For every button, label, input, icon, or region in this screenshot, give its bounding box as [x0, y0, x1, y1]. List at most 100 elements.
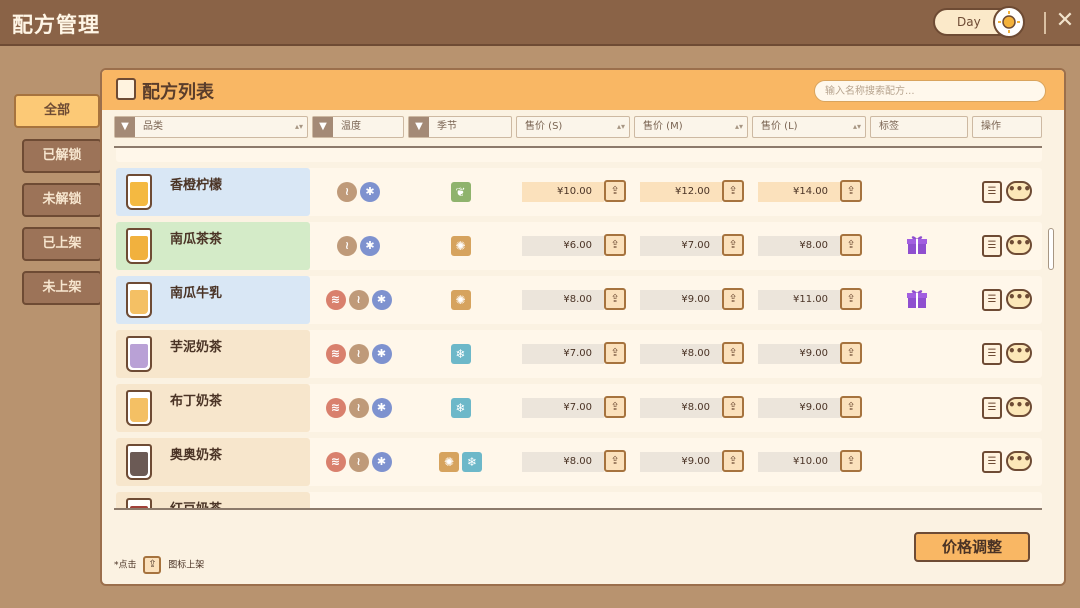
upload-icon[interactable]: ⇪: [840, 450, 862, 472]
table-row[interactable]: 芋泥奶茶 ≋ ≀ ✱ ❄ ¥7.00 ⇪ ¥8.00 ⇪ ¥9.00 ⇪ ☰ •••: [116, 330, 1042, 378]
upload-icon[interactable]: ⇪: [604, 396, 626, 418]
upload-icon[interactable]: ⇪: [722, 234, 744, 256]
more-icon[interactable]: •••: [1006, 289, 1032, 309]
upload-icon[interactable]: ⇪: [840, 342, 862, 364]
price-m-value: ¥8.00: [640, 398, 722, 418]
product-name: 布丁奶茶: [170, 394, 223, 409]
drink-fill: [130, 452, 148, 476]
temp-cold-icon: ✱: [371, 398, 392, 418]
drink-cup-icon: [126, 444, 152, 480]
table-row[interactable]: 奥奥奶茶 ≋ ≀ ✱ ✺ ❄ ¥8.00 ⇪ ¥9.00 ⇪ ¥10.00 ⇪ ☰ •••: [116, 438, 1042, 486]
scrollbar[interactable]: [1048, 228, 1054, 270]
table-row[interactable]: 南瓜茶茶 ≀ ✱ ✺ ¥6.00 ⇪ ¥7.00 ⇪ ¥8.00 ⇪ ☰ •••: [116, 222, 1042, 270]
season-winter-icon: ❄: [462, 452, 482, 472]
upload-icon[interactable]: ⇪: [722, 396, 744, 418]
drink-fill: [130, 506, 148, 508]
upload-icon[interactable]: ⇪: [604, 234, 626, 256]
product-name: 南瓜茶茶: [170, 232, 223, 247]
upload-icon[interactable]: ⇪: [840, 288, 862, 310]
sort-icon[interactable]: ▴▾: [617, 117, 625, 137]
temp-hot-icon: ≋: [325, 452, 346, 472]
filter-tab-locked[interactable]: 未解锁: [22, 183, 102, 217]
col-price-l-label: 售价 (L): [761, 121, 798, 132]
sort-icon[interactable]: ▴▾: [735, 117, 743, 137]
recipe-book-icon[interactable]: ☰: [982, 181, 1002, 203]
col-season[interactable]: ▼ 季节: [408, 116, 512, 138]
name-cell: 芋泥奶茶: [116, 330, 310, 378]
temp-cold-icon: ✱: [371, 452, 392, 472]
more-icon[interactable]: •••: [1006, 181, 1032, 201]
price-m-value: ¥8.00: [640, 344, 722, 364]
name-cell: 南瓜茶茶: [116, 222, 310, 270]
col-season-label: 季节: [437, 121, 457, 132]
panel-header: 配方列表: [102, 70, 1064, 110]
more-icon[interactable]: •••: [1006, 451, 1032, 471]
upload-icon[interactable]: ⇪: [722, 450, 744, 472]
upload-icon[interactable]: ⇪: [604, 288, 626, 310]
price-m-value: ¥9.00: [640, 290, 722, 310]
drink-fill: [130, 182, 148, 206]
day-night-toggle[interactable]: Day: [933, 6, 1025, 38]
sun-icon: [993, 6, 1025, 38]
upload-icon[interactable]: ⇪: [722, 342, 744, 364]
upload-icon[interactable]: ⇪: [604, 450, 626, 472]
price-s-value: ¥6.00: [522, 236, 604, 256]
sort-icon[interactable]: ▴▾: [853, 117, 861, 137]
upload-icon[interactable]: ⇪: [840, 180, 862, 202]
temp-warm-icon: ≀: [348, 398, 369, 418]
more-icon[interactable]: •••: [1006, 235, 1032, 255]
filter-icon[interactable]: ▼: [115, 117, 135, 137]
col-price-m[interactable]: 售价 (M) ▴▾: [634, 116, 748, 138]
upload-icon[interactable]: ⇪: [604, 342, 626, 364]
col-price-l[interactable]: 售价 (L) ▴▾: [752, 116, 866, 138]
search-input[interactable]: [814, 80, 1046, 102]
hint-prefix: *点击: [114, 560, 137, 571]
table-row[interactable]: 香橙柠檬 ≀ ✱ ❦ ¥10.00 ⇪ ¥12.00 ⇪ ¥14.00 ⇪ ☰ •••: [116, 168, 1042, 216]
filter-icon[interactable]: ▼: [313, 117, 333, 137]
more-icon[interactable]: •••: [1006, 397, 1032, 417]
upload-icon[interactable]: ⇪: [604, 180, 626, 202]
name-cell: 布丁奶茶: [116, 384, 310, 432]
col-temperature[interactable]: ▼ 温度: [312, 116, 404, 138]
recipe-table[interactable]: 香橙柠檬 ≀ ✱ ❦ ¥10.00 ⇪ ¥12.00 ⇪ ¥14.00 ⇪ ☰ ••• 南瓜茶茶 ≀ ✱ ✺ ¥…: [114, 146, 1042, 510]
recipe-book-icon[interactable]: ☰: [982, 343, 1002, 365]
col-category[interactable]: ▼ 品类 ▴▾: [114, 116, 308, 138]
more-icon[interactable]: •••: [1006, 343, 1032, 363]
price-s-value: ¥7.00: [522, 344, 604, 364]
season-autumn-icon: ✺: [450, 290, 471, 310]
upload-icon[interactable]: ⇪: [722, 288, 744, 310]
season-spring-icon: ❦: [450, 182, 471, 202]
close-icon[interactable]: ✕: [1052, 6, 1078, 36]
filter-icon[interactable]: ▼: [409, 117, 429, 137]
price-adjust-button[interactable]: 价格调整: [914, 532, 1030, 562]
col-tag-label: 标签: [879, 121, 899, 132]
upload-icon[interactable]: ⇪: [722, 180, 744, 202]
filter-tab-unlisted[interactable]: 未上架: [22, 271, 102, 305]
price-l-value: ¥9.00: [758, 344, 840, 364]
col-price-s[interactable]: 售价 (S) ▴▾: [516, 116, 630, 138]
table-row[interactable]: 南瓜牛乳 ≋ ≀ ✱ ✺ ¥8.00 ⇪ ¥9.00 ⇪ ¥11.00 ⇪ ☰ •••: [116, 276, 1042, 324]
temp-cold-icon: ✱: [371, 344, 392, 364]
name-cell: 香橙柠檬: [116, 168, 310, 216]
recipe-book-icon[interactable]: ☰: [982, 235, 1002, 257]
temp-hot-icon: ≋: [325, 290, 346, 310]
temp-cold-icon: ✱: [371, 290, 392, 310]
filter-tab-unlocked[interactable]: 已解锁: [22, 139, 102, 173]
temp-hot-icon: ≋: [325, 344, 346, 364]
price-l-value: ¥8.00: [758, 236, 840, 256]
hint-suffix: 图标上架: [168, 560, 205, 571]
upload-icon[interactable]: ⇪: [840, 396, 862, 418]
temp-cold-icon: ✱: [360, 236, 380, 256]
filter-tab-listed[interactable]: 已上架: [22, 227, 102, 261]
recipe-book-icon[interactable]: ☰: [982, 451, 1002, 473]
upload-icon[interactable]: ⇪: [840, 234, 862, 256]
filter-tab-all[interactable]: 全部: [14, 94, 100, 128]
sort-icon[interactable]: ▴▾: [295, 117, 303, 137]
top-bar: 配方管理 Day ✕: [0, 0, 1080, 46]
table-row[interactable]: [116, 148, 1042, 162]
table-row[interactable]: 红豆奶茶: [116, 492, 1042, 508]
panel-title: 配方列表: [142, 82, 214, 103]
recipe-book-icon[interactable]: ☰: [982, 289, 1002, 311]
table-row[interactable]: 布丁奶茶 ≋ ≀ ✱ ❄ ¥7.00 ⇪ ¥8.00 ⇪ ¥9.00 ⇪ ☰ •••: [116, 384, 1042, 432]
recipe-book-icon[interactable]: ☰: [982, 397, 1002, 419]
